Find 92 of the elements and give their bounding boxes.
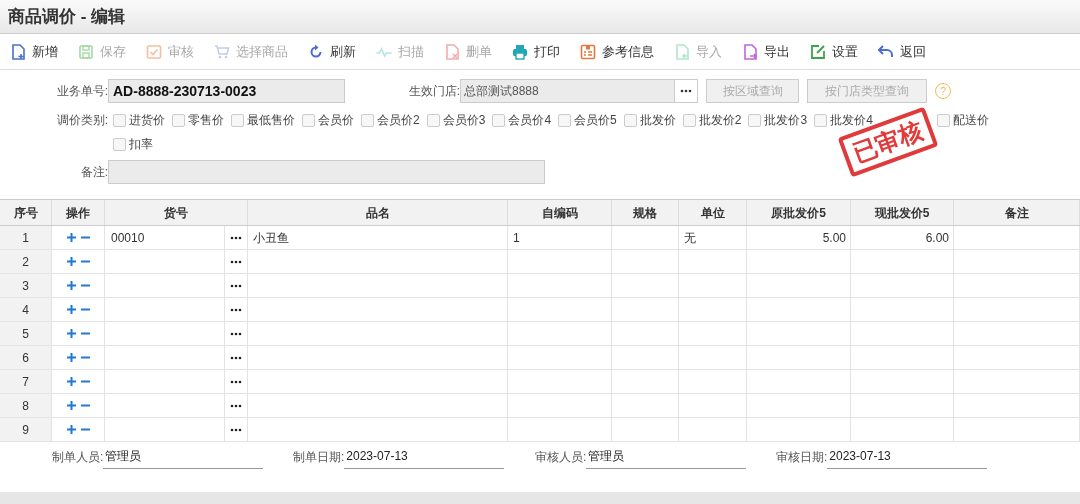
checkbox-option[interactable]: 零售价 [172, 108, 224, 132]
checkbox-option[interactable]: 会员价3 [426, 108, 486, 132]
more-icon[interactable] [680, 89, 692, 93]
store-value: 总部测试8888 [461, 80, 675, 102]
table-cell: 1 [0, 226, 52, 249]
column-header: 单位 [679, 200, 747, 225]
toolbar-button[interactable]: 设置 [810, 41, 858, 62]
table-cell: 2 [0, 250, 52, 273]
add-row-icon[interactable] [66, 401, 76, 410]
field-label: 生效门店: [407, 83, 460, 100]
more-icon[interactable] [230, 235, 242, 240]
toolbar-button[interactable]: 新增 [10, 41, 58, 62]
table-cell: 8 [0, 394, 52, 417]
toolbar-button[interactable]: 导出 [742, 41, 790, 62]
more-icon[interactable] [230, 259, 242, 264]
table-cell: 7 [0, 370, 52, 393]
add-row-icon[interactable] [66, 329, 76, 338]
checkbox-option[interactable]: 批发价 [623, 108, 676, 132]
add-row-icon[interactable] [66, 425, 76, 434]
table-cell: 5 [0, 322, 52, 345]
store-field[interactable]: 总部测试8888 [460, 79, 698, 103]
more-icon[interactable] [230, 427, 242, 432]
more-icon[interactable] [230, 331, 242, 336]
more-icon[interactable] [230, 355, 242, 360]
checkbox-option[interactable]: 扣率 [113, 132, 153, 156]
add-row-icon[interactable] [66, 353, 76, 362]
field-label: 备注: [79, 164, 108, 181]
table-cell: 小丑鱼 [248, 226, 508, 249]
table-cell: 无 [679, 226, 747, 249]
column-header: 货号 [105, 200, 248, 225]
checkbox-option[interactable]: 会员价4 [492, 108, 552, 132]
file-export-icon [742, 43, 758, 60]
column-header: 序号 [0, 200, 52, 225]
file-x-icon [444, 43, 460, 60]
field-label: 制单日期: [293, 449, 345, 466]
column-header: 原批发价5 [747, 200, 851, 225]
column-header: 规格 [612, 200, 679, 225]
add-row-icon[interactable] [66, 377, 76, 386]
checkbox-option[interactable]: 批发价2 [682, 108, 742, 132]
remark-field[interactable] [108, 160, 545, 184]
readonly-field: 2023-07-13 [344, 447, 505, 469]
checkbox-option[interactable]: 进货价 [113, 108, 165, 132]
add-row-icon[interactable] [66, 305, 76, 314]
column-header: 操作 [52, 200, 105, 225]
column-header: 品名 [248, 200, 508, 225]
table-cell: 3 [0, 274, 52, 297]
file-plus-icon [10, 43, 26, 60]
more-icon[interactable] [230, 379, 242, 384]
toolbar-button[interactable]: 打印 [512, 41, 560, 62]
checkbox-option[interactable]: 配送价 [936, 108, 989, 132]
toolbar-button[interactable]: 刷新 [308, 41, 356, 62]
add-row-icon[interactable] [66, 233, 76, 242]
table-cell: 6.00 [851, 226, 954, 249]
clipboard-list-icon [580, 43, 596, 60]
cart-icon [214, 43, 230, 60]
table-cell: 1 [508, 226, 612, 249]
table-cell: 6 [0, 346, 52, 369]
readonly-field: 管理员 [586, 447, 747, 469]
printer-icon [512, 43, 528, 60]
column-header: 自编码 [508, 200, 612, 225]
checkbox-option[interactable]: 批发价3 [748, 108, 808, 132]
table-cell: 5.00 [747, 226, 851, 249]
field-label: 调价类别: [55, 112, 108, 129]
checkbox-option[interactable]: 会员价2 [361, 108, 420, 132]
column-header: 现批发价5 [851, 200, 954, 225]
column-header: 备注 [954, 200, 1080, 225]
document-number-field[interactable]: AD-8888-230713-0023 [108, 79, 345, 103]
edit-icon [810, 43, 826, 60]
more-icon[interactable] [230, 307, 242, 312]
more-icon[interactable] [230, 283, 242, 288]
table-cell: 4 [0, 298, 52, 321]
table-cell-text: 00010 [110, 229, 145, 247]
refresh-icon [308, 43, 324, 60]
return-arrow-icon [878, 43, 894, 60]
toolbar-button[interactable]: 参考信息 [580, 41, 654, 62]
table-cell: 9 [0, 418, 52, 441]
more-icon[interactable] [230, 403, 242, 408]
add-row-icon[interactable] [66, 257, 76, 266]
field-label: 业务单号: [55, 83, 108, 100]
toolbar-button[interactable]: 返回 [878, 41, 926, 62]
readonly-field: 2023-07-13 [827, 447, 988, 469]
readonly-field: 管理员 [103, 447, 264, 469]
checkbox-option[interactable]: 会员价 [302, 108, 354, 132]
field-label: 制单人员: [52, 449, 104, 466]
file-import-icon [674, 43, 690, 60]
checkbox-option[interactable]: 最低售价 [231, 108, 295, 132]
check-box-icon [146, 43, 162, 60]
window-title: 商品调价 - 编辑 [8, 5, 126, 28]
add-row-icon[interactable] [66, 281, 76, 290]
field-label: 审核日期: [776, 449, 828, 466]
checkbox-option[interactable]: 会员价5 [558, 108, 617, 132]
field-label: 审核人员: [535, 449, 587, 466]
